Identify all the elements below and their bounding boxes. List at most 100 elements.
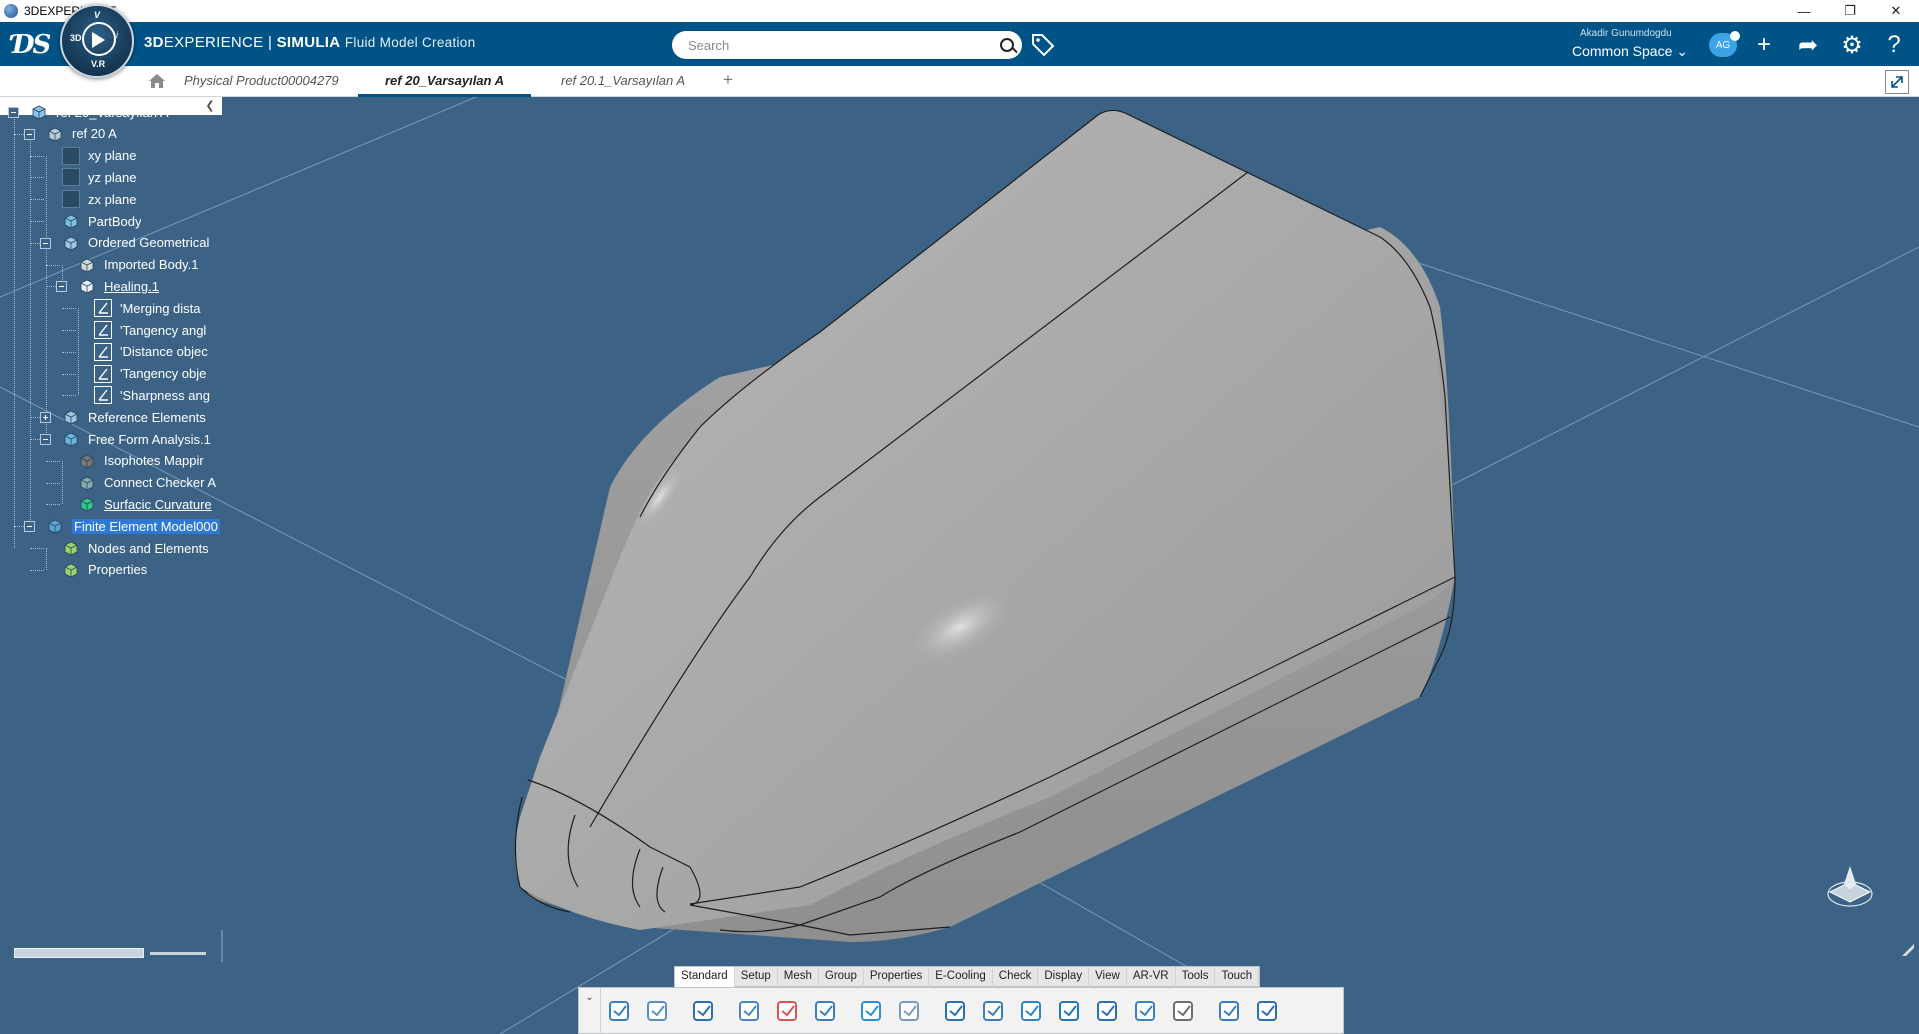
analysis-set-icon [62, 430, 80, 448]
action-tab-ar-vr[interactable]: AR-VR [1127, 967, 1176, 987]
action-tab-view[interactable]: View [1089, 967, 1127, 987]
partbody-icon [62, 212, 80, 230]
action-tab-mesh[interactable]: Mesh [778, 967, 819, 987]
tree-item[interactable]: Ordered Geometrical [62, 232, 209, 254]
share-icon[interactable]: ➦ [1794, 31, 1822, 59]
tree-item[interactable]: PartBody [62, 210, 141, 232]
parameter-length-icon [94, 299, 112, 318]
action-tab-standard[interactable]: Standard [675, 967, 735, 987]
tree-expand-icon[interactable] [979, 996, 1009, 1026]
edit-icon[interactable] [895, 996, 925, 1026]
close-button[interactable]: ✕ [1873, 0, 1919, 22]
tree-item[interactable]: yz plane [62, 166, 136, 188]
update-all-icon[interactable] [773, 996, 803, 1026]
add-tab-icon[interactable]: + [723, 70, 733, 90]
tree-branch-line [30, 548, 44, 549]
tree-item[interactable]: ref 20 A [46, 123, 117, 145]
tree-item[interactable]: ref 20_Varsayılan A [30, 101, 169, 123]
zoom-icon[interactable] [605, 996, 635, 1026]
dassault-logo-icon[interactable]: ƊS [12, 30, 51, 60]
3d-viewport[interactable] [0, 97, 1919, 1034]
tree-item[interactable]: xy plane [62, 145, 136, 167]
tree-item[interactable]: Finite Element Model000 [46, 515, 220, 537]
view-orientation-icon[interactable] [1820, 862, 1880, 912]
tree-item[interactable]: Imported Body.1 [78, 254, 198, 276]
package-icon[interactable] [1253, 996, 1283, 1026]
help-icon[interactable]: ? [1880, 31, 1908, 59]
tree-item[interactable]: Connect Checker A [78, 472, 216, 494]
tree-splitter[interactable] [221, 930, 223, 962]
tree-item[interactable]: zx plane [62, 188, 136, 210]
tab-physical-product[interactable]: Physical Product00004279 [184, 73, 339, 97]
maximize-icon[interactable] [1885, 70, 1909, 94]
action-tab-tools[interactable]: Tools [1176, 967, 1216, 987]
search-input[interactable] [688, 37, 992, 53]
action-tab-properties[interactable]: Properties [864, 967, 930, 987]
action-tab-setup[interactable]: Setup [735, 967, 778, 987]
action-tab-e-cooling[interactable]: E-Cooling [929, 967, 993, 987]
collapse-node-icon[interactable] [8, 107, 19, 118]
tree-item[interactable]: Healing.1 [78, 275, 159, 297]
sphere-icon[interactable] [1169, 996, 1199, 1026]
collapse-node-icon[interactable] [24, 128, 35, 140]
fem-surface-icon[interactable] [1017, 996, 1047, 1026]
scrollbar-thumb[interactable] [14, 948, 144, 958]
tree-branch-line [30, 569, 44, 571]
action-tab-touch[interactable]: Touch [1215, 967, 1260, 987]
tree-icon[interactable] [941, 996, 971, 1026]
search-box[interactable] [672, 31, 1022, 59]
fem-volume-icon[interactable] [1131, 996, 1161, 1026]
action-bar-expand-icon[interactable]: ⌄ [579, 988, 601, 1033]
tree-item[interactable]: Reference Elements [62, 406, 206, 428]
tree-guide-line [46, 548, 47, 570]
tab-ref20-1[interactable]: ref 20.1_Varsayılan A [561, 73, 685, 97]
tree-item[interactable]: 'Tangency obje [94, 363, 206, 385]
fem-mesh-icon[interactable] [1093, 996, 1123, 1026]
update-icon[interactable] [735, 996, 765, 1026]
action-tab-group[interactable]: Group [819, 967, 864, 987]
tree-item[interactable]: Free Form Analysis.1 [62, 428, 211, 450]
collab-space-selector[interactable]: Common Space ⌄ [1572, 43, 1688, 60]
tree-item[interactable]: 'Distance objec [94, 341, 208, 363]
tree-branch-line [62, 330, 76, 331]
collapse-node-icon[interactable] [40, 434, 51, 445]
tab-ref20[interactable]: ref 20_Varsayılan A [358, 73, 531, 97]
action-tab-check[interactable]: Check [993, 967, 1039, 987]
tree-item[interactable]: Isophotes Mappir [78, 450, 204, 472]
geometrical-set-icon [62, 234, 80, 252]
collapse-node-icon[interactable] [56, 281, 67, 293]
export-icon[interactable] [1215, 996, 1245, 1026]
collapse-node-icon[interactable] [40, 237, 51, 249]
avatar[interactable]: AG [1709, 31, 1740, 57]
tree-item[interactable]: Properties [62, 559, 147, 581]
parameter-angle-icon [94, 364, 112, 383]
fem-solid-icon[interactable] [1055, 996, 1085, 1026]
minimize-button[interactable]: — [1781, 0, 1827, 22]
book-icon[interactable] [643, 996, 673, 1026]
expand-node-icon[interactable] [40, 412, 51, 424]
refresh-icon[interactable] [857, 996, 887, 1026]
tree-scrollbar[interactable] [14, 948, 206, 958]
tree-item[interactable]: Surfacic Curvature [78, 493, 212, 515]
healing-icon [78, 277, 96, 295]
tree-item-label: yz plane [88, 169, 137, 185]
document-tab-bar: Physical Product00004279 ref 20_Varsayıl… [0, 66, 1919, 97]
tools-icon[interactable]: ⚙ [1838, 31, 1866, 59]
add-icon[interactable]: + [1750, 31, 1778, 59]
restore-button[interactable]: ❐ [1827, 0, 1873, 22]
resize-handle-icon[interactable] [1900, 942, 1916, 958]
tree-item[interactable]: 'Merging dista [94, 297, 201, 319]
action-tab-display[interactable]: Display [1038, 967, 1090, 987]
tree-branch-line [30, 177, 44, 179]
tree-item[interactable]: 'Tangency angl [94, 319, 206, 341]
undo-icon[interactable] [689, 996, 719, 1026]
home-icon[interactable] [147, 72, 167, 90]
collapse-node-icon[interactable] [24, 521, 35, 533]
search-icon[interactable] [992, 31, 1022, 59]
tree-item[interactable]: 'Sharpness ang [94, 384, 210, 406]
compass-widget[interactable]: 3D V i V.R [60, 4, 134, 78]
tag-icon[interactable] [1030, 32, 1056, 58]
tree-branch-line [46, 264, 60, 266]
tree-item[interactable]: Nodes and Elements [62, 537, 209, 559]
table-icon[interactable] [811, 996, 841, 1026]
